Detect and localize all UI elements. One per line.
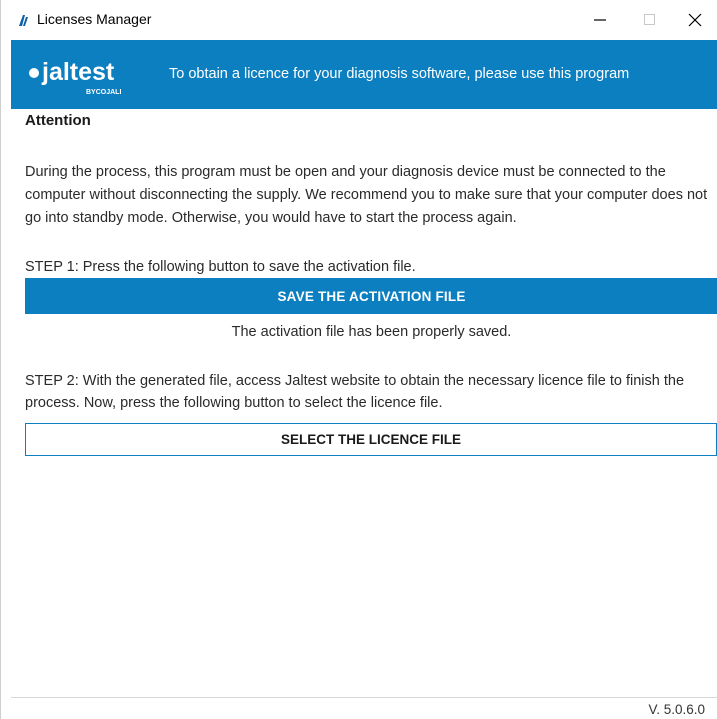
maximize-icon — [644, 14, 655, 25]
licenses-manager-window: Licenses Manager jaltest BYCOJALI To obt… — [0, 0, 717, 719]
maximize-button[interactable] — [627, 0, 673, 40]
step2-text: STEP 2: With the generated file, access … — [25, 373, 685, 411]
version-label: V. 5.0.6.0 — [648, 702, 705, 717]
step1-text: STEP 1: Press the following button to sa… — [25, 259, 416, 275]
attention-heading: Attention — [25, 112, 91, 129]
close-icon — [688, 13, 702, 27]
brand-name: jaltest — [41, 58, 115, 86]
saved-status-message: The activation file has been properly sa… — [231, 324, 512, 340]
title-bar: Licenses Manager — [1, 0, 717, 40]
minimize-icon — [594, 19, 606, 21]
intro-paragraph: During the process, this program must be… — [25, 164, 708, 226]
header-banner: jaltest BYCOJALI To obtain a licence for… — [11, 40, 717, 109]
close-button[interactable] — [672, 0, 717, 40]
header-text: To obtain a licence for your diagnosis s… — [169, 66, 630, 82]
select-licence-file-button[interactable]: SELECT THE LICENCE FILE — [25, 423, 717, 456]
window-title: Licenses Manager — [37, 11, 152, 27]
jaltest-logo: jaltest BYCOJALI — [29, 58, 121, 96]
brand-sub: BYCOJALI — [86, 89, 121, 96]
footer-divider — [11, 697, 717, 698]
minimize-button[interactable] — [577, 0, 623, 40]
app-icon — [19, 15, 28, 26]
save-activation-file-button[interactable]: SAVE THE ACTIVATION FILE — [25, 278, 717, 314]
